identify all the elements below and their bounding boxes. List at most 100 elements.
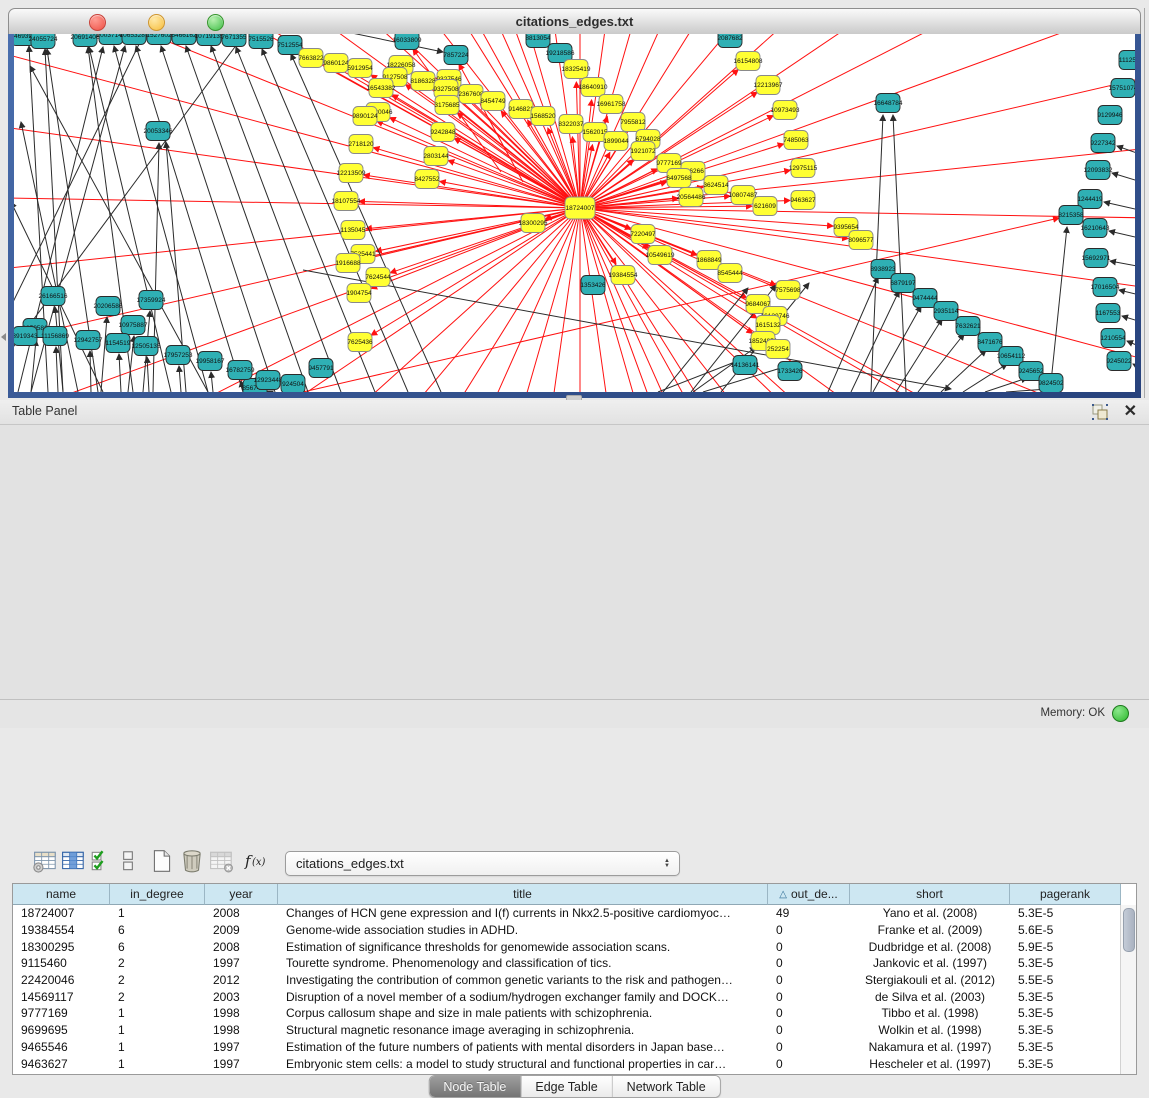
graph-node[interactable]: 8471676 xyxy=(977,333,1003,352)
graph-node[interactable]: 10975887 xyxy=(119,316,148,335)
cell-name[interactable]: 22420046 xyxy=(13,973,110,987)
graph-node[interactable]: 9860124 xyxy=(323,54,349,73)
cell-pagerank[interactable]: 5.3E-5 xyxy=(1010,1023,1121,1037)
graph-node[interactable]: 1210554 xyxy=(1100,329,1126,348)
graph-node[interactable]: 15692971 xyxy=(1082,249,1111,268)
network-canvas[interactable]: 2469391240557242069140620037148106532871… xyxy=(14,34,1135,392)
graph-node[interactable]: 12942757 xyxy=(74,331,103,350)
cell-pagerank[interactable]: 5.3E-5 xyxy=(1010,956,1121,970)
table-row[interactable]: 946362711997Embryonic stem cells: a mode… xyxy=(13,1055,1136,1072)
function-builder-icon[interactable]: f (x) xyxy=(242,848,270,876)
graph-node[interactable]: 6466162 xyxy=(171,34,197,45)
minimize-window-button[interactable] xyxy=(148,14,165,31)
cell-title[interactable]: Disruption of a novel member of a sodium… xyxy=(278,990,768,1004)
graph-node[interactable]: 10719135 xyxy=(195,34,224,46)
graph-edge-black[interactable] xyxy=(1104,202,1135,212)
cell-name[interactable]: 9465546 xyxy=(13,1040,110,1054)
cell-short[interactable]: Wolkin et al. (1998) xyxy=(850,1023,1010,1037)
graph-edge-black[interactable] xyxy=(211,372,213,392)
cell-year[interactable]: 2008 xyxy=(205,906,278,920)
graph-node[interactable]: 12213509 xyxy=(337,164,366,183)
table-row[interactable]: 946554611997Estimation of the future num… xyxy=(13,1039,1136,1056)
graph-edge-black[interactable] xyxy=(14,36,243,354)
cell-in_degree[interactable]: 1 xyxy=(110,1057,205,1071)
graph-node[interactable]: 24055724 xyxy=(29,34,58,49)
delete-icon[interactable] xyxy=(178,848,206,876)
graph-node[interactable]: 16033809 xyxy=(393,34,422,50)
collapsed-panel-arrow-icon[interactable] xyxy=(1,333,6,341)
graph-node[interactable]: 18300295 xyxy=(519,214,548,233)
close-panel-icon[interactable]: ✕ xyxy=(1124,401,1137,421)
column-header-pagerank[interactable]: pagerank xyxy=(1010,884,1121,905)
graph-node[interactable]: 8545444 xyxy=(717,264,743,283)
cell-year[interactable]: 1997 xyxy=(205,1057,278,1071)
column-header-out_de[interactable]: △out_de... xyxy=(768,884,850,905)
cell-name[interactable]: 19384554 xyxy=(13,923,110,937)
cell-pagerank[interactable]: 5.3E-5 xyxy=(1010,1006,1121,1020)
graph-node[interactable]: 2087682 xyxy=(717,34,743,48)
new-file-icon[interactable] xyxy=(148,848,176,876)
graph-node[interactable]: 7220497 xyxy=(630,225,656,244)
graph-node[interactable]: 18325419 xyxy=(562,60,591,79)
column-header-year[interactable]: year xyxy=(205,884,278,905)
graph-node[interactable]: 19958167 xyxy=(196,352,225,371)
network-window-titlebar[interactable]: citations_edges.txt xyxy=(8,8,1141,35)
cell-out_de[interactable]: 0 xyxy=(768,956,850,970)
cell-title[interactable]: Changes of HCN gene expression and I(f) … xyxy=(278,906,768,920)
graph-node[interactable]: 1568520 xyxy=(530,107,556,126)
graph-node[interactable]: 7515526 xyxy=(248,34,274,49)
graph-node[interactable]: 9227342 xyxy=(1090,134,1116,153)
tab-edge-table[interactable]: Edge Table xyxy=(521,1076,612,1097)
cell-title[interactable]: Genome-wide association studies in ADHD. xyxy=(278,923,768,937)
cell-title[interactable]: Investigating the contribution of common… xyxy=(278,973,768,987)
graph-node[interactable]: 1527602 xyxy=(146,34,172,45)
graph-node[interactable]: 1244419 xyxy=(1077,190,1103,209)
graph-node[interactable]: 7663822 xyxy=(298,49,324,68)
cell-pagerank[interactable]: 5.6E-5 xyxy=(1010,923,1121,937)
graph-node[interactable]: 3624514 xyxy=(703,176,729,195)
graph-node[interactable]: 10973493 xyxy=(771,101,800,120)
graph-node[interactable]: 6497568 xyxy=(666,169,692,188)
table-row[interactable]: 969969511998Structural magnetic resonanc… xyxy=(13,1022,1136,1039)
graph-node[interactable]: 7485063 xyxy=(783,131,809,150)
cell-pagerank[interactable]: 5.3E-5 xyxy=(1010,906,1121,920)
graph-edge-black[interactable] xyxy=(828,277,878,392)
graph-node[interactable]: 20564486 xyxy=(677,188,706,207)
graph-edge-black[interactable] xyxy=(147,357,149,392)
graph-node[interactable]: 1112554 xyxy=(1119,51,1135,70)
graph-node[interactable]: 8454749 xyxy=(480,92,506,111)
cell-out_de[interactable]: 0 xyxy=(768,1006,850,1020)
zoom-window-button[interactable] xyxy=(207,14,224,31)
cell-in_degree[interactable]: 1 xyxy=(110,906,205,920)
graph-edge-red[interactable] xyxy=(580,208,848,239)
cell-title[interactable]: Tourette syndrome. Phenomenology and cla… xyxy=(278,956,768,970)
cell-name[interactable]: 18724007 xyxy=(13,906,110,920)
graph-node[interactable]: 15751074 xyxy=(1109,79,1135,98)
graph-node[interactable]: 7575698 xyxy=(775,281,801,300)
cell-short[interactable]: Yano et al. (2008) xyxy=(850,906,1010,920)
cell-short[interactable]: Franke et al. (2009) xyxy=(850,923,1010,937)
graph-node[interactable]: 2718120 xyxy=(348,135,374,154)
graph-node[interactable]: 1921072 xyxy=(630,142,656,161)
cell-pagerank[interactable]: 5.3E-5 xyxy=(1010,990,1121,1004)
graph-node[interactable]: 252254 xyxy=(766,340,790,359)
cell-name[interactable]: 9463627 xyxy=(13,1057,110,1071)
graph-node[interactable]: 10653287 xyxy=(120,34,149,45)
cell-year[interactable]: 2008 xyxy=(205,940,278,954)
cell-year[interactable]: 1998 xyxy=(205,1023,278,1037)
graph-node[interactable]: 18640910 xyxy=(579,78,608,97)
cell-in_degree[interactable]: 6 xyxy=(110,923,205,937)
graph-edge-black[interactable] xyxy=(1110,261,1135,268)
graph-edge-red[interactable] xyxy=(361,208,580,260)
graph-edge-black[interactable] xyxy=(1112,173,1135,184)
graph-node[interactable]: 8215358 xyxy=(1058,206,1084,225)
delete-table-icon[interactable] xyxy=(208,848,236,876)
graph-node[interactable]: 20691406 xyxy=(71,34,100,47)
cell-in_degree[interactable]: 1 xyxy=(110,1040,205,1054)
cell-short[interactable]: Dudbridge et al. (2008) xyxy=(850,940,1010,954)
cell-short[interactable]: de Silva et al. (2003) xyxy=(850,990,1010,1004)
column-header-short[interactable]: short xyxy=(850,884,1010,905)
graph-edge-black[interactable] xyxy=(1122,316,1135,324)
graph-node[interactable]: 1167553 xyxy=(1096,304,1121,323)
table-row[interactable]: 1830029562008Estimation of significance … xyxy=(13,938,1136,955)
